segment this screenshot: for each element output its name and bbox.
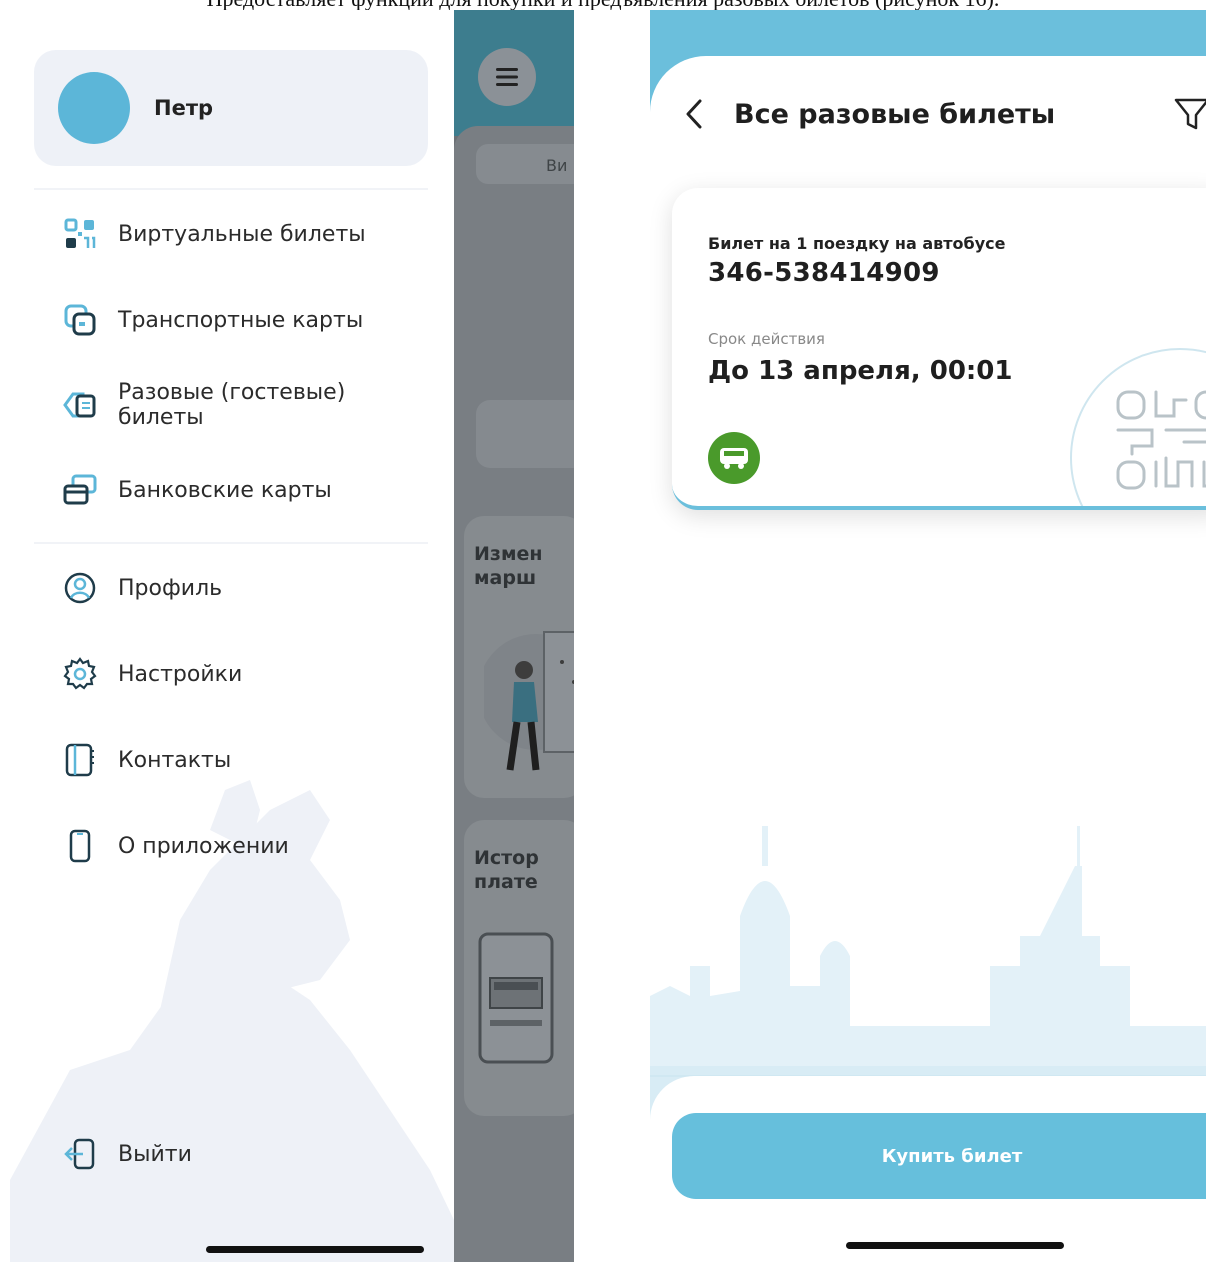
- hamburger-icon: [496, 68, 518, 86]
- person-illustration: [484, 631, 574, 771]
- phone-icon: [62, 828, 98, 864]
- background-tab: Ви: [476, 144, 574, 184]
- logout-button[interactable]: Выйти: [62, 1136, 422, 1172]
- left-phone-screen: Ви Измен марш Истор плате Петр Виртуальн…: [10, 10, 574, 1262]
- menu-item-bank-cards[interactable]: Банковские карты: [62, 472, 422, 508]
- menu-item-label: Виртуальные билеты: [118, 221, 366, 247]
- transport-card-icon: [62, 302, 98, 338]
- menu-item-label: О приложении: [118, 833, 289, 859]
- menu-item-label: Разовые (гостевые) билеты: [118, 380, 346, 430]
- profile-card[interactable]: Петр: [34, 50, 428, 166]
- bus-icon: [708, 432, 760, 484]
- divider: [34, 188, 428, 190]
- menu-item-about[interactable]: О приложении: [62, 828, 422, 864]
- profile-name: Петр: [154, 96, 214, 120]
- ticket-card[interactable]: Билет на 1 поездку на автобусе 346-53841…: [672, 188, 1206, 510]
- menu-item-label: Банковские карты: [118, 477, 332, 503]
- profile-icon: [62, 570, 98, 606]
- background-home-screen: Ви Измен марш Истор плате: [454, 10, 574, 1262]
- validity-value: До 13 апреля, 00:01: [708, 356, 1013, 386]
- qr-code-icon: [62, 216, 98, 252]
- logout-label: Выйти: [118, 1141, 192, 1167]
- navigation-drawer: Петр Виртуальные билеты Транспортные кар…: [10, 10, 454, 1262]
- validity-label: Срок действия: [708, 330, 825, 348]
- home-indicator: [206, 1246, 424, 1253]
- menu-item-label: Контакты: [118, 747, 232, 773]
- divider: [34, 542, 428, 544]
- menu-item-settings[interactable]: Настройки: [62, 656, 422, 692]
- menu-item-virtual-tickets[interactable]: Виртуальные билеты: [62, 216, 422, 252]
- avatar: [58, 72, 130, 144]
- right-phone-screen: Все разовые билеты Билет на 1 поездку на…: [650, 10, 1206, 1262]
- logout-icon: [62, 1136, 98, 1172]
- settings-icon: [62, 656, 98, 692]
- top-bar: Все разовые билеты: [684, 94, 1206, 134]
- menu-item-label: Настройки: [118, 661, 243, 687]
- menu-item-contacts[interactable]: Контакты: [62, 742, 422, 778]
- menu-item-transport-cards[interactable]: Транспортные карты: [62, 302, 422, 338]
- buy-ticket-button[interactable]: Купить билет: [672, 1113, 1206, 1199]
- background-card-title: Измен марш: [474, 543, 543, 589]
- figure-caption: Предоставляет функции для покупки и пред…: [0, 0, 1206, 10]
- background-search-field: [476, 400, 574, 468]
- terminal-illustration: [478, 932, 554, 1064]
- home-indicator: [846, 1242, 1064, 1249]
- menu-item-label: Профиль: [118, 575, 223, 601]
- menu-item-guest-tickets[interactable]: Разовые (гостевые) билеты: [62, 380, 422, 430]
- background-card-payments: Истор плате: [464, 820, 574, 1116]
- menu-item-profile[interactable]: Профиль: [62, 570, 422, 606]
- menu-item-label: Транспортные карты: [118, 307, 364, 333]
- back-chevron-icon[interactable]: [684, 96, 712, 132]
- qr-code-icon[interactable]: [1112, 386, 1206, 496]
- ticket-number: 346-538414909: [708, 258, 940, 288]
- filter-icon[interactable]: [1172, 94, 1206, 134]
- ticket-icon: [62, 387, 98, 423]
- ticket-type: Билет на 1 поездку на автобусе: [708, 234, 1006, 253]
- menu-toggle-button[interactable]: [478, 48, 536, 106]
- bank-card-icon: [62, 472, 98, 508]
- contacts-icon: [62, 742, 98, 778]
- page-title: Все разовые билеты: [734, 98, 1056, 130]
- background-card-title: Истор плате: [474, 847, 539, 893]
- background-card-routes: Измен марш: [464, 516, 574, 798]
- bronze-horseman-watermark: [10, 780, 454, 1262]
